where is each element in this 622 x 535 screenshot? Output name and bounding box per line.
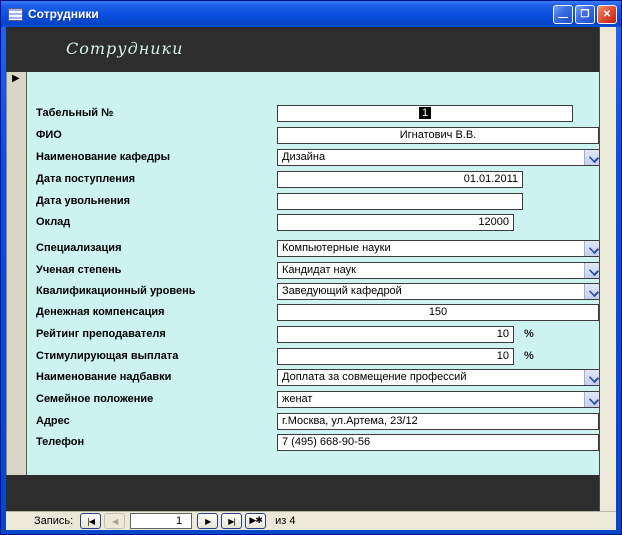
field-label: Рейтинг преподавателя: [36, 328, 166, 340]
text-field[interactable]: Игнатович В.В.: [277, 127, 599, 144]
window-title: Сотрудники: [28, 7, 99, 21]
previous-record-button[interactable]: ◀: [104, 513, 126, 529]
close-icon: ✕: [602, 8, 612, 20]
field-value: женат: [282, 393, 313, 405]
current-record-arrow-icon: ▶: [12, 73, 20, 84]
combo-field[interactable]: Кандидат наук: [277, 262, 599, 279]
field-value: Игнатович В.В.: [399, 129, 477, 141]
text-field[interactable]: 150: [277, 304, 599, 321]
new-record-button[interactable]: ▶✱: [245, 513, 267, 529]
first-record-button[interactable]: |◀: [80, 513, 102, 529]
record-selector-bar[interactable]: ▶: [6, 72, 27, 475]
dropdown-arrow-icon[interactable]: [584, 392, 599, 407]
next-record-button[interactable]: ▶: [197, 513, 219, 529]
window-controls: — ❐ ✕: [553, 4, 617, 24]
maximize-button[interactable]: ❐: [575, 4, 595, 24]
combo-field[interactable]: Дизайна: [277, 149, 599, 166]
record-nav-label: Запись:: [34, 515, 74, 527]
form-window-icon: [8, 7, 23, 21]
field-value: Компьютерные науки: [282, 242, 391, 254]
record-navigation-bar: Запись: |◀ ◀ ▶ ▶| ▶✱ из 4: [6, 511, 616, 530]
text-field[interactable]: 01.01.2011: [277, 171, 523, 188]
field-label: Наименование надбавки: [36, 371, 172, 383]
text-field[interactable]: 7 (495) 668-90-56: [277, 434, 599, 451]
field-label: Телефон: [36, 436, 85, 448]
combo-field[interactable]: Доплата за совмещение профессий: [277, 369, 599, 386]
current-record-input[interactable]: [130, 513, 193, 529]
form-footer-band: [6, 475, 599, 511]
text-field[interactable]: 1: [277, 105, 573, 122]
dropdown-arrow-icon[interactable]: [584, 263, 599, 278]
field-value: 10: [496, 328, 509, 340]
dropdown-arrow-icon[interactable]: [584, 150, 599, 165]
field-value: 10: [496, 350, 509, 362]
last-record-button[interactable]: ▶|: [221, 513, 243, 529]
close-button[interactable]: ✕: [597, 4, 617, 24]
field-value: 12000: [478, 216, 509, 228]
minimize-button[interactable]: —: [553, 4, 573, 24]
field-label: Ученая степень: [36, 264, 122, 276]
form-header-title: Сотрудники: [66, 39, 184, 58]
record-count-label: из 4: [275, 515, 296, 527]
minimize-icon: —: [558, 11, 568, 23]
text-field[interactable]: [277, 193, 523, 210]
field-value: Кандидат наук: [282, 264, 356, 276]
form-header-band: Сотрудники: [6, 27, 599, 72]
percent-label: %: [524, 328, 534, 340]
combo-field[interactable]: Компьютерные науки: [277, 240, 599, 257]
text-field[interactable]: 10: [277, 348, 514, 365]
field-label: Дата поступления: [36, 173, 136, 185]
form-column: Сотрудники ▶ Табельный № 1 ФИО Игнатович В.…: [6, 27, 600, 511]
access-form-window: Сотрудники — ❐ ✕ Сотрудники ▶ Табельный …: [0, 0, 622, 535]
field-value: 01.01.2011: [463, 173, 518, 185]
field-value: 150: [428, 306, 448, 318]
field-value: Дизайна: [282, 151, 326, 163]
dropdown-arrow-icon[interactable]: [584, 284, 599, 299]
field-label: Наименование кафедры: [36, 151, 171, 163]
dropdown-arrow-icon[interactable]: [584, 370, 599, 385]
window-body: Сотрудники ▶ Табельный № 1 ФИО Игнатович В.…: [6, 27, 616, 530]
field-label: Семейное положение: [36, 393, 154, 405]
titlebar[interactable]: Сотрудники — ❐ ✕: [1, 1, 621, 27]
maximize-icon: ❐: [580, 8, 590, 20]
field-label: Адрес: [36, 415, 70, 427]
percent-label: %: [524, 350, 534, 362]
text-field[interactable]: г.Москва, ул.Артема, 23/12: [277, 413, 599, 430]
field-value: 7 (495) 668-90-56: [282, 436, 371, 448]
field-label: Денежная компенсация: [36, 306, 165, 318]
field-label: ФИО: [36, 129, 62, 141]
field-label: Квалификационный уровень: [36, 285, 196, 297]
field-value: Заведующий кафедрой: [282, 285, 402, 297]
field-label: Оклад: [36, 216, 71, 228]
combo-field[interactable]: Заведующий кафедрой: [277, 283, 599, 300]
form-detail: ▶ Табельный № 1 ФИО Игнатович В.В. Наименова…: [6, 72, 599, 475]
field-value: г.Москва, ул.Артема, 23/12: [282, 415, 418, 427]
field-value: 1: [278, 106, 572, 121]
field-label: Дата увольнения: [36, 195, 131, 207]
field-value: Доплата за совмещение профессий: [282, 371, 467, 383]
text-field[interactable]: 12000: [277, 214, 514, 231]
field-label: Специализация: [36, 242, 122, 254]
combo-field[interactable]: женат: [277, 391, 599, 408]
dropdown-arrow-icon[interactable]: [584, 241, 599, 256]
field-label: Стимулирующая выплата: [36, 350, 179, 362]
text-field[interactable]: 10: [277, 326, 514, 343]
field-label: Табельный №: [36, 107, 114, 119]
